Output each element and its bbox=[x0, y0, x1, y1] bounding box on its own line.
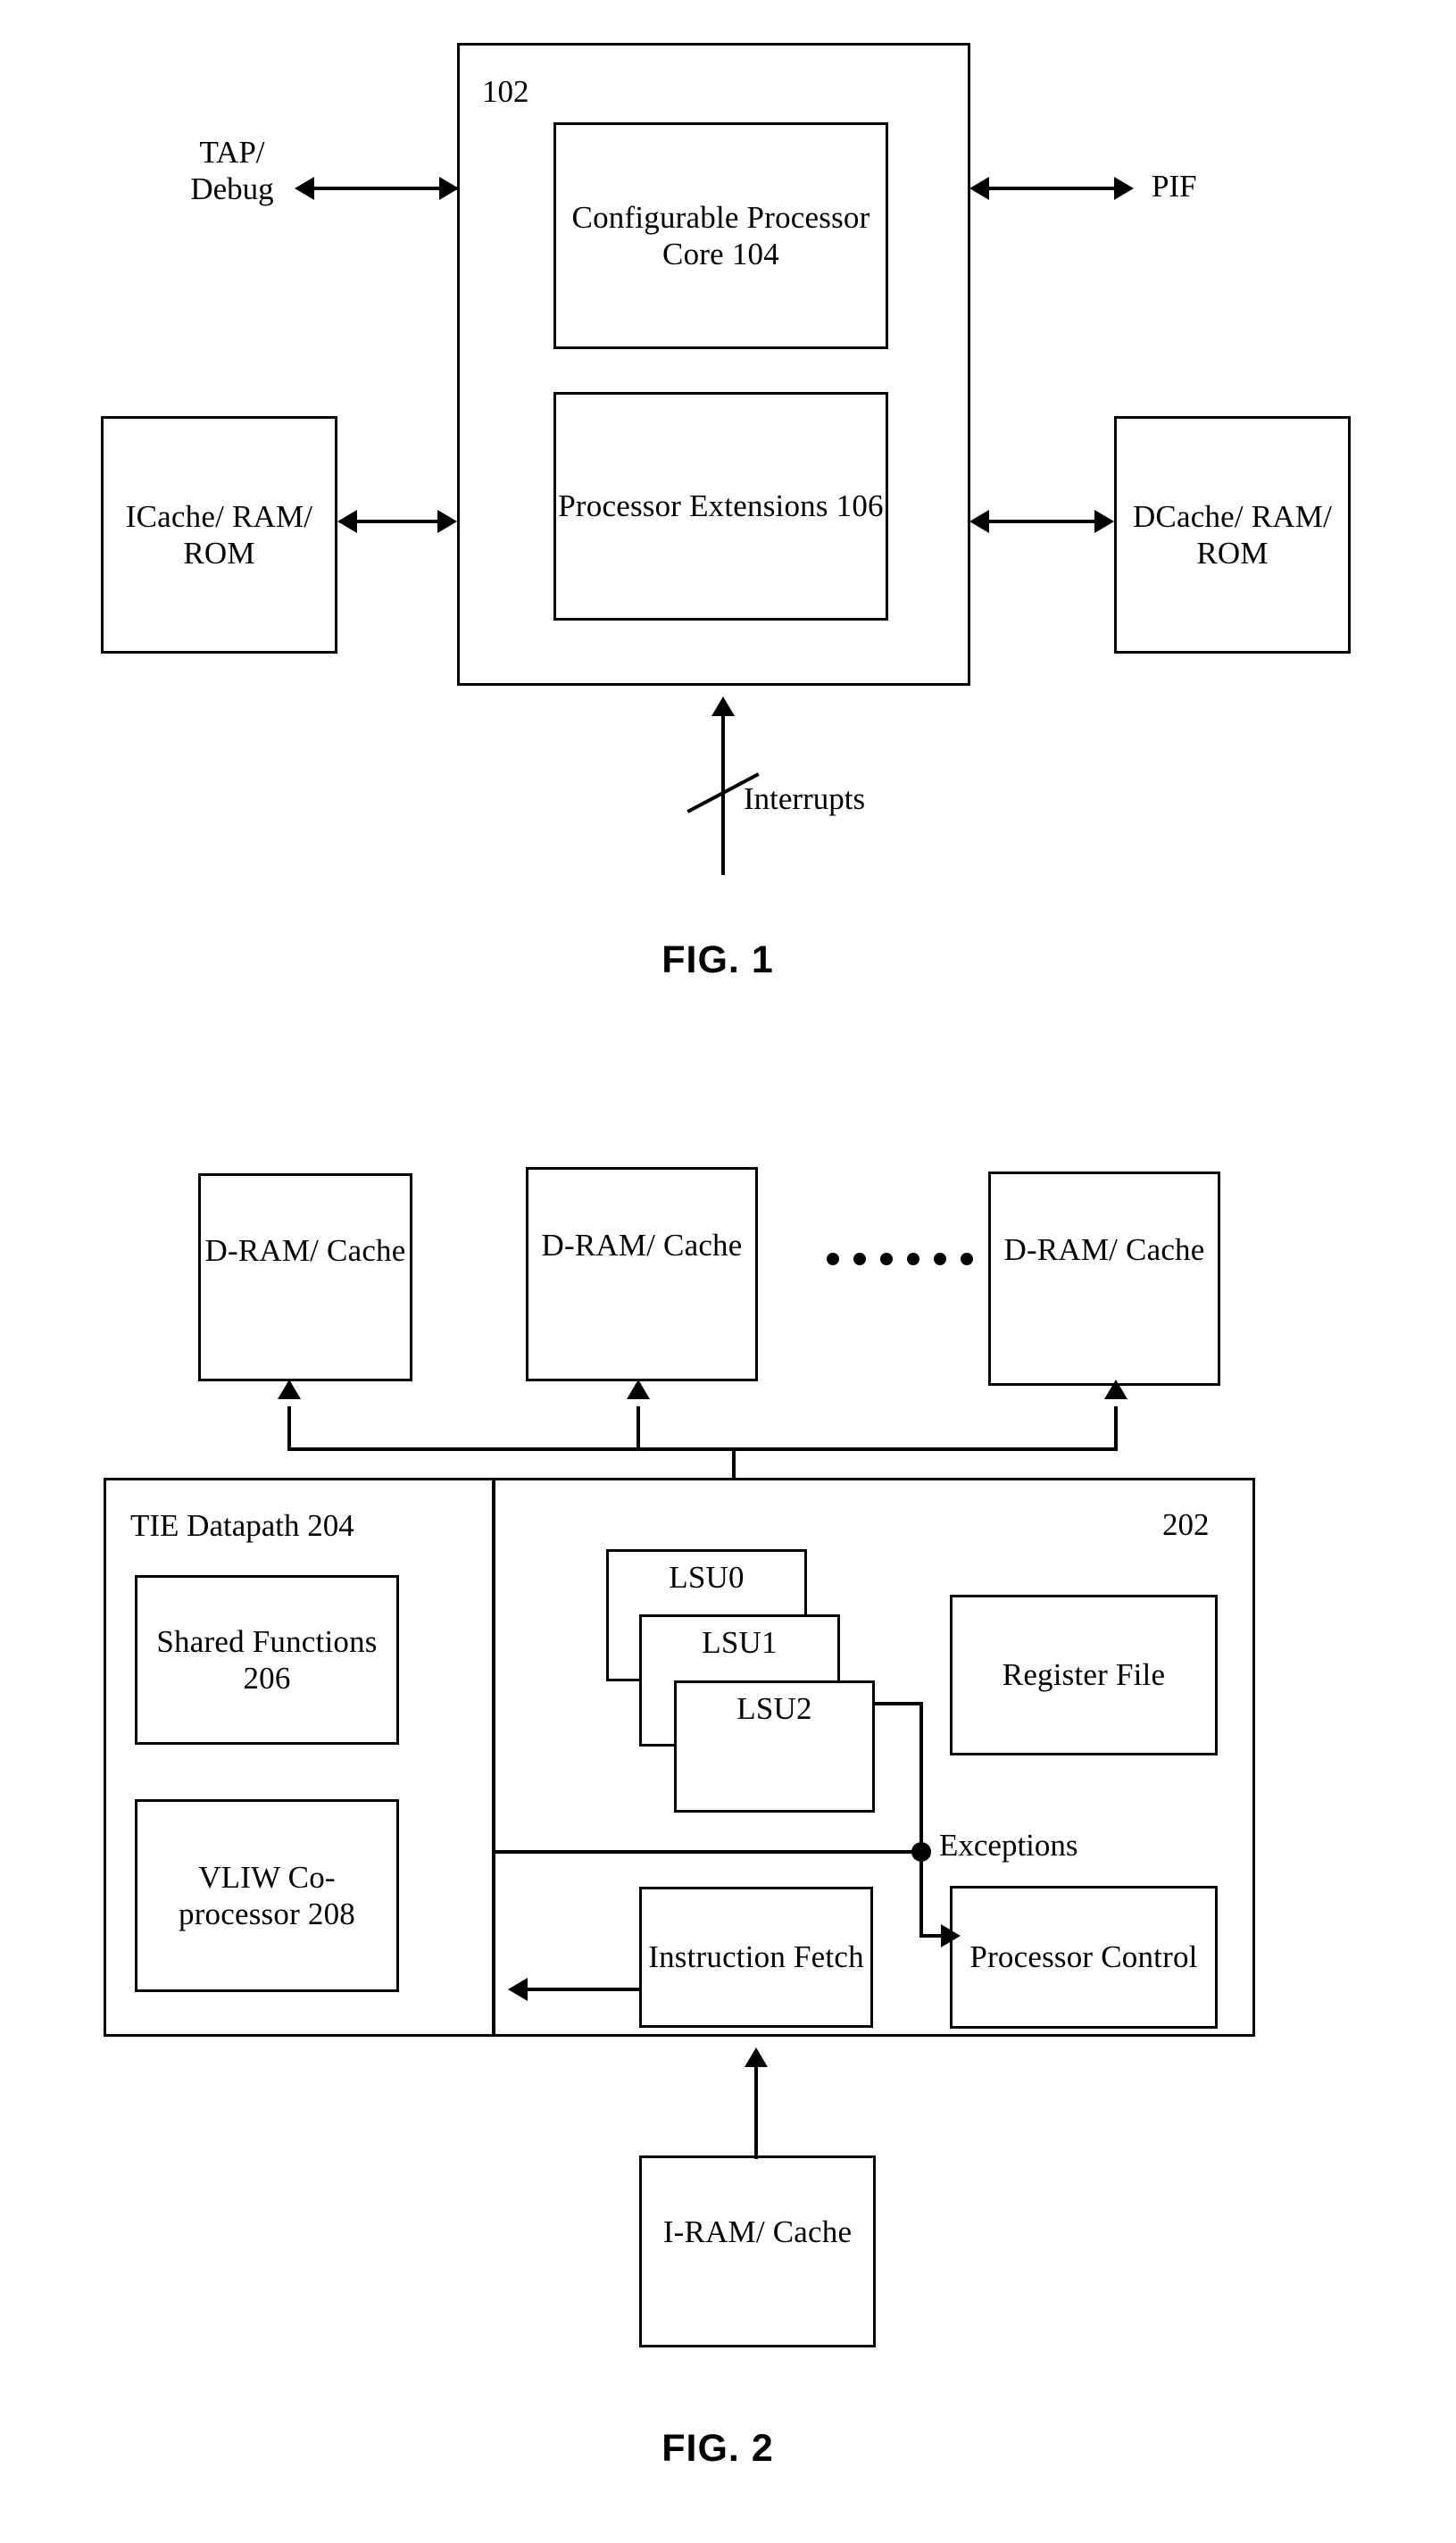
fig2-register-file-block: Register File bbox=[950, 1595, 1218, 1755]
ellipsis-dot bbox=[961, 1253, 973, 1265]
ellipsis-dot bbox=[853, 1253, 866, 1265]
fig1-interrupts-arrowhead bbox=[711, 696, 735, 716]
fig2-memory-bus-arrowhead-1 bbox=[278, 1380, 301, 1399]
fig2-lsu0-label: LSU0 bbox=[669, 1560, 745, 1595]
fig2-exceptions-down-branch bbox=[919, 1850, 923, 1936]
fig2-instruction-fetch-label: Instruction Fetch bbox=[648, 1939, 864, 1975]
fig2-dram-cache-label-2: D-RAM/ Cache bbox=[541, 1228, 743, 1263]
fig1-dcache-arrowhead-left bbox=[969, 510, 989, 533]
fig1-icache-block: ICache/ RAM/ ROM bbox=[101, 416, 337, 654]
ellipsis-dot bbox=[880, 1253, 893, 1265]
fig2-iram-to-fetch-arrowhead bbox=[745, 2047, 768, 2067]
fig1-tap-debug-connector bbox=[314, 187, 459, 190]
ellipsis-dot bbox=[934, 1253, 946, 1265]
fig2-memory-ellipsis bbox=[827, 1253, 973, 1265]
fig2-memory-bus-riser-1 bbox=[287, 1406, 291, 1449]
fig2-lsu1-label: LSU1 bbox=[702, 1625, 778, 1660]
fig2-register-file-label: Register File bbox=[1002, 1657, 1166, 1693]
fig2-dram-cache-block-2: D-RAM/ Cache bbox=[526, 1167, 758, 1381]
fig2-dram-cache-block-3: D-RAM/ Cache bbox=[988, 1171, 1220, 1386]
fig1-tap-debug-arrowhead-right bbox=[439, 177, 459, 200]
fig1-pif-label: PIF bbox=[1152, 169, 1197, 204]
fig1-icache-arrowhead-left bbox=[337, 510, 357, 533]
fig2-dram-cache-label-3: D-RAM/ Cache bbox=[1003, 1232, 1205, 1268]
patent-figure-page: 102 Configurable Processor Core 104 Proc… bbox=[0, 0, 1456, 2543]
fig2-dram-cache-label-1: D-RAM/ Cache bbox=[204, 1232, 406, 1268]
fig2-vliw-coprocessor-label: VLIW Co- processor 208 bbox=[179, 1859, 355, 1931]
fig2-lsu2-label: LSU2 bbox=[736, 1691, 812, 1726]
fig2-exceptions-junction-dot bbox=[911, 1842, 931, 1862]
fig1-processor-extensions-label: Processor Extensions 106 bbox=[558, 488, 884, 524]
fig2-caption: FIG. 2 bbox=[661, 2427, 774, 2470]
fig2-vliw-coprocessor-block: VLIW Co- processor 208 bbox=[135, 1799, 399, 1992]
fig2-iram-to-fetch-connector bbox=[754, 2065, 758, 2159]
fig1-configurable-processor-core-block: Configurable Processor Core 104 bbox=[553, 122, 888, 349]
fig1-caption: FIG. 1 bbox=[661, 938, 774, 981]
fig2-memory-bus-arrowhead-3 bbox=[1104, 1380, 1127, 1399]
fig2-dram-cache-block-1: D-RAM/ Cache bbox=[198, 1173, 412, 1381]
fig1-tap-debug-arrowhead-left bbox=[295, 177, 314, 200]
fig1-dcache-arrowhead-right bbox=[1094, 510, 1114, 533]
fig2-exception-riser bbox=[919, 1702, 923, 1854]
fig1-dcache-connector bbox=[989, 520, 1096, 523]
fig2-instruction-fetch-arrowhead bbox=[508, 1978, 528, 2001]
fig1-dcache-label: DCache/ RAM/ ROM bbox=[1132, 498, 1333, 571]
fig2-iram-cache-label: I-RAM/ Cache bbox=[662, 2214, 853, 2249]
fig2-lsu2-exception-out bbox=[873, 1702, 923, 1705]
ellipsis-dot bbox=[827, 1253, 839, 1265]
fig2-instruction-fetch-block: Instruction Fetch bbox=[639, 1887, 873, 2028]
fig2-memory-bus-arrowhead-2 bbox=[627, 1380, 650, 1399]
fig2-exceptions-arrowhead bbox=[941, 1924, 961, 1947]
fig2-shared-functions-label: Shared Functions 206 bbox=[156, 1623, 378, 1696]
fig2-exceptions-label: Exceptions bbox=[939, 1828, 1078, 1863]
fig2-memory-bus bbox=[287, 1447, 1118, 1451]
fig1-icache-arrowhead-right bbox=[437, 510, 457, 533]
fig1-icache-connector bbox=[357, 520, 439, 523]
fig2-exceptions-left-branch bbox=[492, 1850, 920, 1854]
fig2-tie-datapath-title: TIE Datapath 204 bbox=[130, 1508, 354, 1543]
fig2-memory-bus-riser-2 bbox=[636, 1406, 640, 1449]
fig2-instruction-fetch-out bbox=[528, 1988, 640, 1991]
fig2-lsu2-block: LSU2 bbox=[674, 1680, 875, 1813]
fig2-memory-bus-riser-3 bbox=[1114, 1406, 1118, 1449]
fig2-shared-functions-block: Shared Functions 206 bbox=[135, 1575, 399, 1745]
fig2-ref-202: 202 bbox=[1162, 1507, 1210, 1542]
fig2-datapath-divider bbox=[492, 1478, 495, 2037]
fig1-configurable-processor-core-label: Configurable Processor Core 104 bbox=[571, 199, 870, 271]
ellipsis-dot bbox=[907, 1253, 919, 1265]
fig2-iram-cache-block: I-RAM/ Cache bbox=[639, 2155, 876, 2347]
fig2-processor-control-label: Processor Control bbox=[969, 1939, 1198, 1975]
fig1-interrupts-label: Interrupts bbox=[744, 781, 866, 816]
fig1-pif-arrowhead-left bbox=[969, 177, 989, 200]
fig1-processor-extensions-block: Processor Extensions 106 bbox=[553, 392, 888, 621]
fig1-ref-102: 102 bbox=[482, 74, 529, 109]
fig1-pif-arrowhead-right bbox=[1114, 177, 1134, 200]
fig2-processor-control-block: Processor Control bbox=[950, 1886, 1218, 2029]
fig1-pif-connector bbox=[989, 187, 1123, 190]
fig1-icache-label: ICache/ RAM/ ROM bbox=[125, 498, 313, 571]
fig1-dcache-block: DCache/ RAM/ ROM bbox=[1114, 416, 1351, 654]
